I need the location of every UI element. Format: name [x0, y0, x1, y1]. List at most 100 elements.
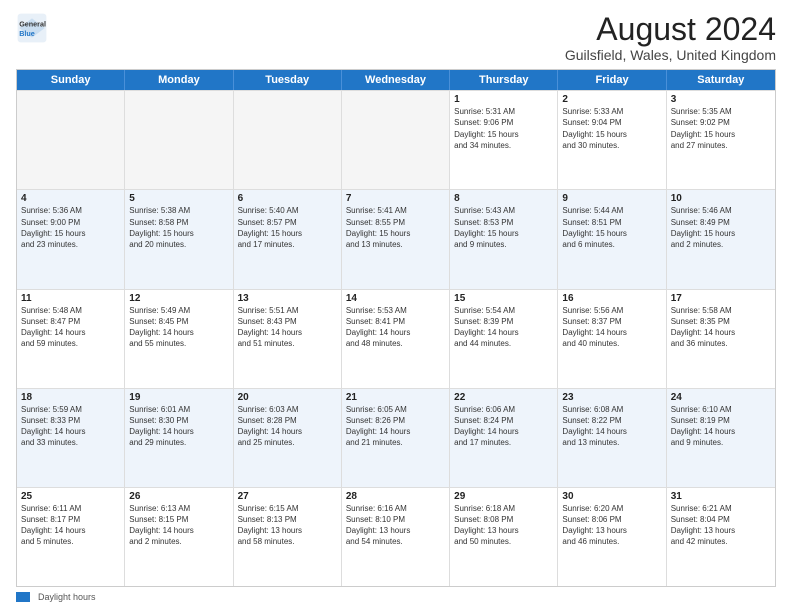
cal-cell: 12Sunrise: 5:49 AM Sunset: 8:45 PM Dayli… [125, 290, 233, 388]
day-info: Sunrise: 5:56 AM Sunset: 8:37 PM Dayligh… [562, 305, 661, 350]
day-info: Sunrise: 6:08 AM Sunset: 8:22 PM Dayligh… [562, 404, 661, 449]
cal-cell: 26Sunrise: 6:13 AM Sunset: 8:15 PM Dayli… [125, 488, 233, 586]
day-info: Sunrise: 6:18 AM Sunset: 8:08 PM Dayligh… [454, 503, 553, 548]
cal-header-cell-thursday: Thursday [450, 70, 558, 90]
cal-row-4: 25Sunrise: 6:11 AM Sunset: 8:17 PM Dayli… [17, 487, 775, 586]
day-number: 5 [129, 193, 228, 204]
cal-header-cell-saturday: Saturday [667, 70, 775, 90]
day-number: 13 [238, 293, 337, 304]
cal-cell: 20Sunrise: 6:03 AM Sunset: 8:28 PM Dayli… [234, 389, 342, 487]
cal-cell [125, 91, 233, 189]
day-info: Sunrise: 6:10 AM Sunset: 8:19 PM Dayligh… [671, 404, 771, 449]
cal-cell: 29Sunrise: 6:18 AM Sunset: 8:08 PM Dayli… [450, 488, 558, 586]
cal-cell: 6Sunrise: 5:40 AM Sunset: 8:57 PM Daylig… [234, 190, 342, 288]
day-number: 20 [238, 392, 337, 403]
legend-label: Daylight hours [38, 592, 96, 602]
day-number: 18 [21, 392, 120, 403]
cal-cell: 5Sunrise: 5:38 AM Sunset: 8:58 PM Daylig… [125, 190, 233, 288]
cal-row-1: 4Sunrise: 5:36 AM Sunset: 9:00 PM Daylig… [17, 189, 775, 288]
day-info: Sunrise: 6:20 AM Sunset: 8:06 PM Dayligh… [562, 503, 661, 548]
cal-header-cell-monday: Monday [125, 70, 233, 90]
cal-cell: 10Sunrise: 5:46 AM Sunset: 8:49 PM Dayli… [667, 190, 775, 288]
cal-header-cell-tuesday: Tuesday [234, 70, 342, 90]
day-info: Sunrise: 5:31 AM Sunset: 9:06 PM Dayligh… [454, 106, 553, 151]
svg-text:General: General [19, 19, 46, 28]
title-block: August 2024 Guilsfield, Wales, United Ki… [565, 12, 776, 63]
day-number: 28 [346, 491, 445, 502]
day-info: Sunrise: 6:21 AM Sunset: 8:04 PM Dayligh… [671, 503, 771, 548]
day-info: Sunrise: 5:43 AM Sunset: 8:53 PM Dayligh… [454, 205, 553, 250]
day-info: Sunrise: 5:33 AM Sunset: 9:04 PM Dayligh… [562, 106, 661, 151]
day-info: Sunrise: 5:59 AM Sunset: 8:33 PM Dayligh… [21, 404, 120, 449]
day-info: Sunrise: 6:03 AM Sunset: 8:28 PM Dayligh… [238, 404, 337, 449]
day-info: Sunrise: 5:40 AM Sunset: 8:57 PM Dayligh… [238, 205, 337, 250]
day-number: 10 [671, 193, 771, 204]
cal-cell: 1Sunrise: 5:31 AM Sunset: 9:06 PM Daylig… [450, 91, 558, 189]
day-info: Sunrise: 6:11 AM Sunset: 8:17 PM Dayligh… [21, 503, 120, 548]
day-info: Sunrise: 5:35 AM Sunset: 9:02 PM Dayligh… [671, 106, 771, 151]
cal-cell: 15Sunrise: 5:54 AM Sunset: 8:39 PM Dayli… [450, 290, 558, 388]
cal-cell: 19Sunrise: 6:01 AM Sunset: 8:30 PM Dayli… [125, 389, 233, 487]
day-number: 15 [454, 293, 553, 304]
day-info: Sunrise: 5:51 AM Sunset: 8:43 PM Dayligh… [238, 305, 337, 350]
cal-cell: 22Sunrise: 6:06 AM Sunset: 8:24 PM Dayli… [450, 389, 558, 487]
cal-cell [342, 91, 450, 189]
cal-cell: 7Sunrise: 5:41 AM Sunset: 8:55 PM Daylig… [342, 190, 450, 288]
day-number: 26 [129, 491, 228, 502]
day-number: 12 [129, 293, 228, 304]
day-number: 23 [562, 392, 661, 403]
day-number: 9 [562, 193, 661, 204]
day-number: 30 [562, 491, 661, 502]
cal-cell: 31Sunrise: 6:21 AM Sunset: 8:04 PM Dayli… [667, 488, 775, 586]
cal-cell: 27Sunrise: 6:15 AM Sunset: 8:13 PM Dayli… [234, 488, 342, 586]
day-info: Sunrise: 5:48 AM Sunset: 8:47 PM Dayligh… [21, 305, 120, 350]
day-number: 31 [671, 491, 771, 502]
cal-header-cell-sunday: Sunday [17, 70, 125, 90]
logo-icon: General Blue [16, 12, 48, 44]
cal-cell: 28Sunrise: 6:16 AM Sunset: 8:10 PM Dayli… [342, 488, 450, 586]
day-number: 21 [346, 392, 445, 403]
day-number: 11 [21, 293, 120, 304]
cal-cell: 30Sunrise: 6:20 AM Sunset: 8:06 PM Dayli… [558, 488, 666, 586]
cal-cell [234, 91, 342, 189]
cal-header-cell-friday: Friday [558, 70, 666, 90]
day-number: 14 [346, 293, 445, 304]
day-number: 4 [21, 193, 120, 204]
cal-cell: 16Sunrise: 5:56 AM Sunset: 8:37 PM Dayli… [558, 290, 666, 388]
day-info: Sunrise: 5:38 AM Sunset: 8:58 PM Dayligh… [129, 205, 228, 250]
cal-cell: 4Sunrise: 5:36 AM Sunset: 9:00 PM Daylig… [17, 190, 125, 288]
cal-cell: 11Sunrise: 5:48 AM Sunset: 8:47 PM Dayli… [17, 290, 125, 388]
cal-cell: 8Sunrise: 5:43 AM Sunset: 8:53 PM Daylig… [450, 190, 558, 288]
day-number: 22 [454, 392, 553, 403]
day-info: Sunrise: 6:01 AM Sunset: 8:30 PM Dayligh… [129, 404, 228, 449]
day-info: Sunrise: 5:46 AM Sunset: 8:49 PM Dayligh… [671, 205, 771, 250]
page: General Blue August 2024 Guilsfield, Wal… [0, 0, 792, 612]
cal-cell: 3Sunrise: 5:35 AM Sunset: 9:02 PM Daylig… [667, 91, 775, 189]
legend-color-box [16, 592, 30, 602]
calendar-header: SundayMondayTuesdayWednesdayThursdayFrid… [17, 70, 775, 90]
day-number: 17 [671, 293, 771, 304]
day-number: 27 [238, 491, 337, 502]
day-info: Sunrise: 6:13 AM Sunset: 8:15 PM Dayligh… [129, 503, 228, 548]
cal-cell: 21Sunrise: 6:05 AM Sunset: 8:26 PM Dayli… [342, 389, 450, 487]
day-info: Sunrise: 5:41 AM Sunset: 8:55 PM Dayligh… [346, 205, 445, 250]
day-info: Sunrise: 5:53 AM Sunset: 8:41 PM Dayligh… [346, 305, 445, 350]
main-title: August 2024 [565, 12, 776, 47]
cal-cell: 2Sunrise: 5:33 AM Sunset: 9:04 PM Daylig… [558, 91, 666, 189]
cal-cell [17, 91, 125, 189]
day-info: Sunrise: 5:44 AM Sunset: 8:51 PM Dayligh… [562, 205, 661, 250]
cal-row-3: 18Sunrise: 5:59 AM Sunset: 8:33 PM Dayli… [17, 388, 775, 487]
day-number: 25 [21, 491, 120, 502]
cal-cell: 17Sunrise: 5:58 AM Sunset: 8:35 PM Dayli… [667, 290, 775, 388]
cal-cell: 13Sunrise: 5:51 AM Sunset: 8:43 PM Dayli… [234, 290, 342, 388]
cal-cell: 23Sunrise: 6:08 AM Sunset: 8:22 PM Dayli… [558, 389, 666, 487]
footer: Daylight hours [16, 592, 776, 602]
day-info: Sunrise: 6:05 AM Sunset: 8:26 PM Dayligh… [346, 404, 445, 449]
header: General Blue August 2024 Guilsfield, Wal… [16, 12, 776, 63]
logo: General Blue [16, 12, 52, 44]
subtitle: Guilsfield, Wales, United Kingdom [565, 47, 776, 63]
day-number: 29 [454, 491, 553, 502]
day-number: 7 [346, 193, 445, 204]
cal-row-0: 1Sunrise: 5:31 AM Sunset: 9:06 PM Daylig… [17, 90, 775, 189]
calendar-body: 1Sunrise: 5:31 AM Sunset: 9:06 PM Daylig… [17, 90, 775, 586]
